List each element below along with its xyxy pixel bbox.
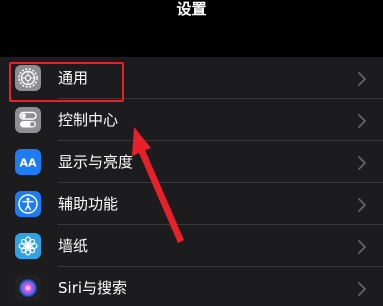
settings-item-label: 墙纸 <box>58 237 89 255</box>
settings-item-label: 显示与亮度 <box>58 153 134 171</box>
settings-item-control-center[interactable]: 控制中心 <box>0 99 383 141</box>
settings-item-display-brightness[interactable]: AA 显示与亮度 <box>0 141 383 183</box>
settings-item-accessibility[interactable]: 辅助功能 <box>0 183 383 225</box>
toggles-icon <box>15 107 41 133</box>
siri-icon <box>15 275 41 301</box>
chevron-right-icon <box>358 281 366 296</box>
settings-item-wallpaper[interactable]: 墙纸 <box>0 225 383 267</box>
settings-item-label: 通用 <box>58 69 89 87</box>
accessibility-icon <box>15 191 41 217</box>
chevron-right-icon <box>358 71 366 86</box>
gear-icon <box>15 65 41 91</box>
settings-item-siri-search[interactable]: Siri与搜索 <box>0 267 383 306</box>
settings-item-label: 辅助功能 <box>58 195 119 213</box>
chevron-right-icon <box>358 197 366 212</box>
page-title: 设置 <box>176 0 207 18</box>
settings-screen: 设置 通用 控制中心 AA 显示与亮度 辅助功能 墙纸 Siri与搜索 <box>0 0 383 306</box>
settings-item-label: 控制中心 <box>58 111 119 129</box>
settings-list: 通用 控制中心 AA 显示与亮度 辅助功能 墙纸 Siri与搜索 <box>0 57 383 306</box>
text-size-icon: AA <box>15 149 41 175</box>
chevron-right-icon <box>358 239 366 254</box>
flower-icon <box>15 233 41 259</box>
settings-item-label: Siri与搜索 <box>58 279 128 297</box>
text-size-icon-glyph: AA <box>19 157 37 170</box>
chevron-right-icon <box>358 113 366 128</box>
chevron-right-icon <box>358 155 366 170</box>
settings-item-general[interactable]: 通用 <box>0 57 383 99</box>
